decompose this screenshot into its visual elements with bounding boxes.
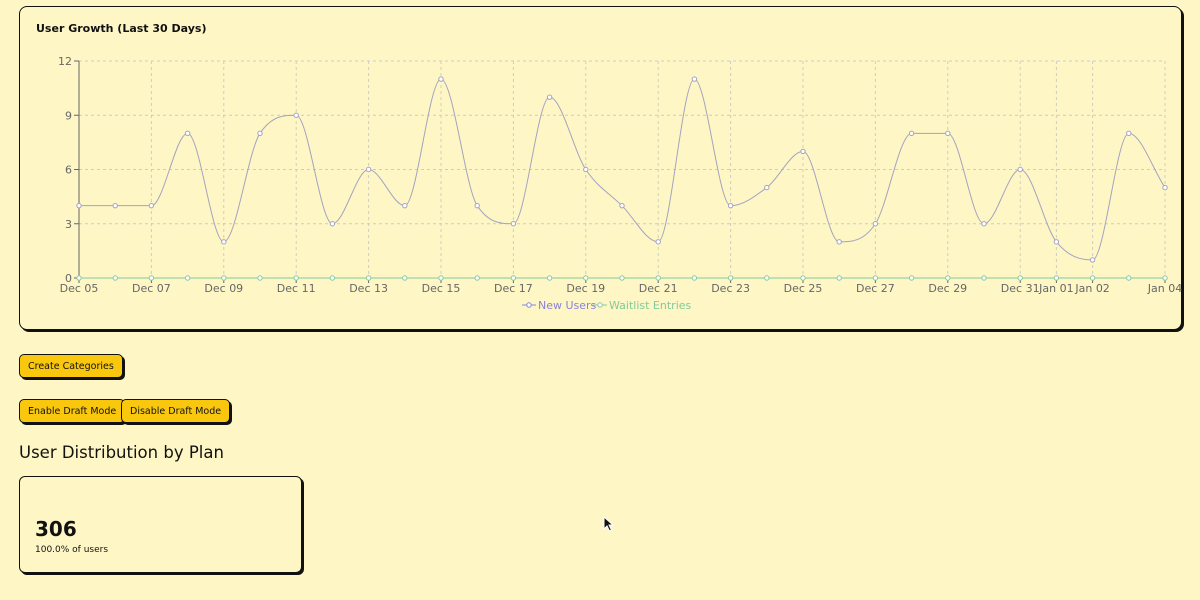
mouse-cursor-icon bbox=[603, 515, 615, 536]
data-point bbox=[184, 275, 191, 281]
x-tick-label: Dec 09 bbox=[204, 282, 243, 295]
data-point bbox=[76, 275, 82, 281]
data-point bbox=[727, 275, 734, 281]
x-tick-label: Dec 23 bbox=[711, 282, 750, 295]
data-point bbox=[619, 202, 625, 209]
data-point bbox=[293, 112, 299, 118]
stat-subtitle: 100.0% of users bbox=[35, 545, 109, 555]
y-tick-label: 6 bbox=[65, 164, 72, 177]
data-point bbox=[546, 275, 553, 281]
data-point bbox=[1126, 275, 1132, 281]
x-tick-label: Jan 01 bbox=[1038, 282, 1073, 295]
data-point bbox=[872, 275, 879, 281]
data-point bbox=[619, 275, 625, 281]
data-point bbox=[800, 275, 806, 281]
x-tick-label: Dec 07 bbox=[132, 282, 171, 295]
data-point bbox=[908, 275, 915, 281]
data-point bbox=[184, 130, 191, 137]
data-point bbox=[836, 275, 842, 281]
x-tick-label: Dec 21 bbox=[639, 282, 678, 295]
data-point bbox=[1162, 275, 1168, 281]
user-growth-chart: 036912Dec 05 Dec 07 Dec 09 Dec 11 Dec 13 Dec … bbox=[58, 55, 1182, 312]
data-point bbox=[148, 275, 155, 281]
legend-item-new-users: New Users bbox=[522, 299, 597, 312]
data-point bbox=[945, 275, 951, 281]
x-tick-label: Dec 17 bbox=[494, 282, 533, 295]
data-point bbox=[112, 275, 118, 281]
data-point bbox=[365, 166, 372, 173]
data-point bbox=[112, 202, 118, 209]
x-tick-label: Jan 04 bbox=[1147, 282, 1182, 295]
data-point bbox=[655, 239, 661, 245]
x-tick-label: Dec 27 bbox=[856, 282, 895, 295]
x-tick-label: Dec 13 bbox=[349, 282, 388, 295]
data-point bbox=[293, 275, 299, 281]
stat-value: 306 bbox=[35, 517, 77, 541]
y-tick-label: 9 bbox=[65, 109, 72, 122]
data-point bbox=[474, 202, 480, 209]
enable-draft-mode-button[interactable]: Enable Draft Mode bbox=[19, 399, 126, 423]
data-point bbox=[1053, 239, 1060, 245]
disable-draft-mode-button[interactable]: Disable Draft Mode bbox=[121, 399, 231, 423]
y-tick-label: 12 bbox=[58, 55, 72, 68]
data-point bbox=[836, 239, 842, 245]
data-point bbox=[257, 275, 263, 281]
plan-stat-card: 306 100.0% of users bbox=[19, 476, 302, 573]
data-point bbox=[981, 221, 987, 227]
x-tick-label: Dec 05 bbox=[60, 282, 99, 295]
x-tick-label: Jan 02 bbox=[1074, 282, 1109, 295]
x-tick-label: Dec 11 bbox=[277, 282, 316, 295]
data-point bbox=[257, 130, 263, 137]
data-point bbox=[655, 275, 661, 281]
data-point bbox=[1053, 275, 1060, 281]
data-point bbox=[76, 202, 82, 209]
x-tick-label: Dec 15 bbox=[422, 282, 461, 295]
data-point bbox=[1017, 275, 1023, 281]
data-point bbox=[583, 166, 589, 173]
data-point bbox=[402, 275, 408, 281]
data-point bbox=[764, 275, 770, 281]
data-point bbox=[365, 275, 372, 281]
data-point bbox=[402, 202, 408, 209]
data-point bbox=[510, 275, 517, 281]
distribution-heading: User Distribution by Plan bbox=[19, 443, 224, 462]
x-tick-label: Dec 31 bbox=[1001, 282, 1040, 295]
data-point bbox=[474, 275, 480, 281]
data-point bbox=[1089, 275, 1096, 281]
data-point bbox=[221, 239, 227, 245]
data-point bbox=[945, 130, 951, 137]
data-point bbox=[438, 275, 444, 281]
data-point bbox=[148, 202, 155, 209]
data-point bbox=[872, 221, 879, 227]
data-point bbox=[727, 202, 734, 209]
create-categories-button[interactable]: Create Categories bbox=[19, 354, 123, 378]
legend-label: New Users bbox=[538, 299, 597, 312]
legend-label: Waitlist Entries bbox=[609, 299, 692, 312]
data-point bbox=[764, 184, 770, 191]
data-point bbox=[1162, 184, 1168, 191]
legend-swatch-dot bbox=[526, 302, 532, 308]
legend-swatch-dot bbox=[597, 302, 603, 308]
x-tick-label: Dec 19 bbox=[566, 282, 605, 295]
data-point bbox=[546, 94, 553, 100]
data-point bbox=[691, 275, 698, 281]
data-point bbox=[329, 221, 336, 227]
data-point bbox=[510, 221, 517, 227]
x-tick-label: Dec 29 bbox=[928, 282, 967, 295]
data-point bbox=[329, 275, 336, 281]
data-point bbox=[1089, 257, 1096, 263]
data-point bbox=[800, 148, 806, 155]
data-point bbox=[1017, 166, 1023, 173]
data-point bbox=[438, 76, 444, 82]
data-point bbox=[1126, 130, 1132, 137]
data-point bbox=[981, 275, 987, 281]
data-point bbox=[908, 130, 915, 137]
data-point bbox=[691, 76, 698, 82]
legend-item-waitlist-entries: Waitlist Entries bbox=[593, 299, 692, 312]
user-growth-card: User Growth (Last 30 Days) 0 3 6 9 12 Dec 05 D… bbox=[19, 6, 1182, 330]
y-tick-label: 3 bbox=[65, 218, 72, 231]
x-tick-label: Dec 25 bbox=[784, 282, 823, 295]
data-point bbox=[221, 275, 227, 281]
data-point bbox=[583, 275, 589, 281]
